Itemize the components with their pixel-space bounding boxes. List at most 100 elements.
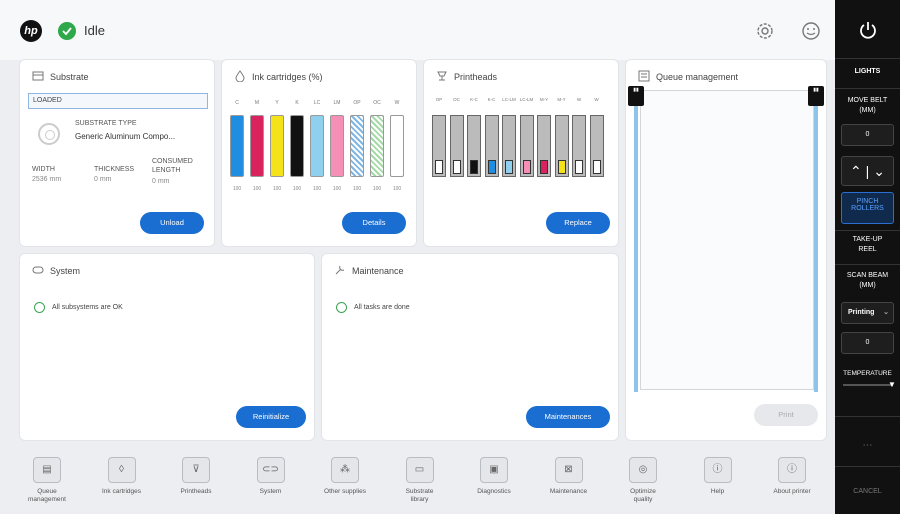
ink-level: 100 (292, 186, 302, 192)
ink-cartridge[interactable] (310, 115, 324, 177)
ink-cartridges-card: Ink cartridges (%) C 100 M 100 Y 100 K 100 LC 100… (222, 60, 416, 246)
lights-button[interactable]: LIGHTS (835, 68, 900, 75)
printhead-slot[interactable] (484, 115, 499, 177)
printhead-color-indicator (505, 160, 513, 174)
printhead-slot[interactable] (519, 115, 534, 177)
bottom-nav-item[interactable]: ▭ Substrate library (383, 457, 457, 504)
printhead-slot[interactable] (432, 115, 446, 177)
maintenance-icon: ⊠ (554, 457, 583, 483)
bottom-nav-item[interactable]: ⓘ Help (681, 457, 755, 496)
optimize-icon: ◎ (629, 457, 657, 483)
pinch-rollers-button[interactable]: PINCH ROLLERS (841, 192, 894, 224)
system-ok-icon (34, 302, 45, 313)
cancel-button[interactable]: CANCEL (835, 488, 900, 495)
ink-cartridge[interactable] (350, 115, 364, 177)
ink-cartridge[interactable] (270, 115, 284, 177)
printhead-slot[interactable] (572, 115, 586, 177)
status-ok-icon (58, 22, 76, 40)
bottom-nav-item[interactable]: ◎ Optimize quality (606, 457, 680, 504)
wrench-icon (335, 265, 345, 275)
takeup-label-1[interactable]: TAKE-UP (835, 236, 900, 243)
print-button[interactable]: Print (754, 404, 818, 426)
bottom-nav-item[interactable]: ▣ Diagnostics (457, 457, 531, 496)
ink-level: 100 (352, 186, 362, 192)
ink-label: C (235, 100, 239, 106)
ink-label: W (394, 100, 400, 106)
scan-mode-select[interactable]: Printing ⌄ (841, 302, 894, 324)
substrate-library-icon: ▭ (405, 457, 434, 483)
move-belt-value[interactable]: 0 (841, 124, 894, 146)
substrate-title: Substrate (50, 72, 89, 82)
queue-icon: ▤ (33, 457, 61, 483)
ink-cartridge[interactable] (290, 115, 304, 177)
details-button[interactable]: Details (342, 212, 406, 234)
ink-label: LC (313, 100, 321, 106)
bottom-nav-label: Optimize (630, 488, 656, 495)
printhead-slot[interactable] (467, 115, 481, 177)
move-belt-label-1: MOVE BELT (847, 97, 888, 104)
printheads-title: Printheads (454, 72, 498, 82)
bottom-nav-item[interactable]: ⊂⊃ System (234, 457, 308, 496)
divider-icon: ⋯ (862, 440, 873, 451)
temperature-label: TEMPERATURE (843, 370, 892, 377)
ink-title: Ink cartridges (%) (252, 72, 323, 82)
bottom-nav-label: Queue (37, 488, 57, 495)
bottom-nav-item[interactable]: ⊠ Maintenance (532, 457, 606, 496)
queue-area: ▮▮ ▮▮ (628, 86, 824, 392)
scan-beam-value[interactable]: 0 (841, 332, 894, 354)
replace-button[interactable]: Replace (546, 212, 610, 234)
smiley-icon[interactable] (800, 20, 822, 42)
maintenances-button[interactable]: Maintenances (526, 406, 610, 428)
supplies-icon: ⁂ (331, 457, 359, 483)
temperature-marker-icon: ▼ (888, 380, 896, 389)
ink-level: 100 (232, 186, 242, 192)
bottom-nav-label: Ink cartridges (101, 488, 142, 495)
printhead-label: M-Y (557, 97, 566, 102)
printhead-slot[interactable] (502, 115, 516, 177)
bottom-nav-label-2: management (28, 496, 66, 503)
ink-label: LM (333, 100, 341, 106)
reinitialize-button[interactable]: Reinitialize (236, 406, 306, 428)
consumed-label-2: LENGTH (152, 167, 181, 174)
unload-button[interactable]: Unload (140, 212, 204, 234)
ink-level: 100 (332, 186, 342, 192)
system-card: System All subsystems are OK Reinitializ… (20, 254, 314, 440)
temperature-slider[interactable] (843, 384, 893, 386)
bottom-nav-item[interactable]: ◊ Ink cartridges (85, 457, 159, 496)
substrate-type-label: SUBSTRATE TYPE (75, 120, 137, 127)
printhead-slot[interactable] (554, 115, 569, 177)
maintenance-card: Maintenance All tasks are done Maintenan… (322, 254, 618, 440)
ink-cartridge[interactable] (370, 115, 384, 177)
rail-right (814, 88, 818, 392)
ink-level: 100 (252, 186, 262, 192)
power-icon[interactable] (858, 20, 878, 40)
queue-title: Queue management (656, 72, 739, 82)
printhead-label: M-Y (539, 97, 549, 102)
queue-canvas[interactable] (640, 90, 814, 390)
bottom-nav-item[interactable]: ⓘ About printer (755, 457, 829, 496)
takeup-label-2[interactable]: REEL (835, 246, 900, 253)
printhead-slot[interactable] (537, 115, 551, 177)
printhead-slot[interactable] (449, 115, 464, 177)
bottom-nav-item[interactable]: ⊽ Printheads (159, 457, 233, 496)
about-icon: ⓘ (778, 457, 806, 483)
move-belt-arrows[interactable]: ⌃ | ⌄ (841, 156, 894, 186)
settings-icon[interactable] (754, 20, 776, 42)
bottom-nav-item[interactable]: ▤ Queue management (10, 457, 84, 504)
thickness-value: 0 mm (94, 176, 112, 183)
bottom-nav-label-2: quality (633, 496, 653, 503)
ink-label: OP (353, 100, 361, 106)
ink-level: 100 (272, 186, 282, 192)
printhead-slot[interactable] (589, 115, 604, 177)
printhead-color-indicator (435, 160, 443, 174)
bottom-nav-item[interactable]: ⁂ Other supplies (308, 457, 382, 496)
ink-cartridge[interactable] (230, 115, 244, 177)
ink-cartridge[interactable] (330, 115, 344, 177)
rail-left-head[interactable]: ▮▮ (628, 86, 644, 106)
printhead-label: K-C (487, 97, 496, 102)
substrate-state: LOADED (28, 93, 208, 109)
rail-right-head[interactable]: ▮▮ (808, 86, 824, 106)
ink-cartridge[interactable] (250, 115, 264, 177)
printhead-icon (437, 71, 447, 81)
ink-cartridge[interactable] (390, 115, 404, 177)
